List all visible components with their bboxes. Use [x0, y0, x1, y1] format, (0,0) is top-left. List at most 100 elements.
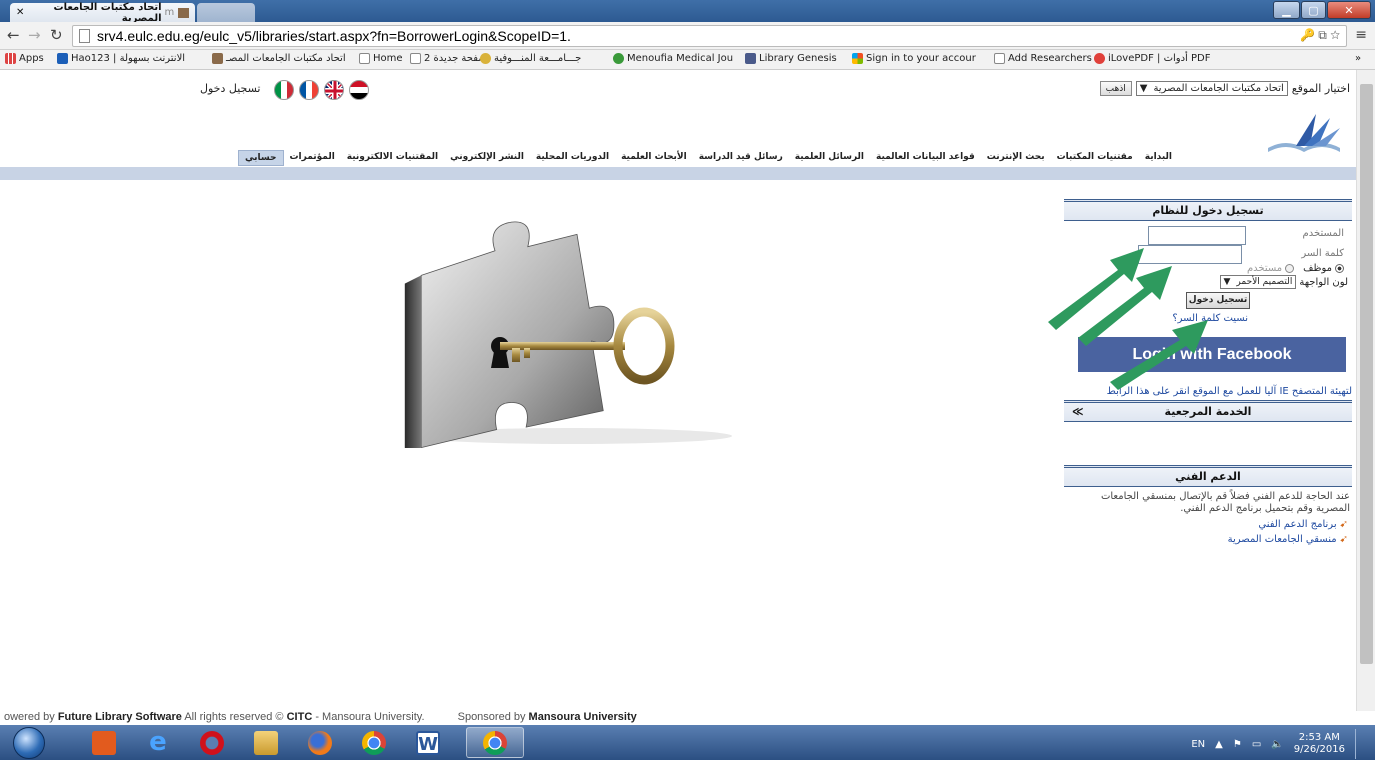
- language-indicator[interactable]: EN: [1191, 739, 1205, 750]
- taskbar-firefox[interactable]: [294, 727, 346, 758]
- internet-explorer-icon: e: [149, 726, 167, 757]
- taskbar-explorer[interactable]: [240, 727, 292, 758]
- tab-favicon: [178, 7, 189, 18]
- menu-home[interactable]: البداية: [1139, 150, 1178, 166]
- radio-user[interactable]: [1285, 264, 1295, 273]
- uk-flag-icon[interactable]: [324, 80, 344, 100]
- forward-arrow-icon[interactable]: →: [28, 26, 41, 44]
- menu-e-holdings[interactable]: المقتنيات الالكترونية: [341, 150, 444, 166]
- bookmark-apps[interactable]: Apps: [5, 53, 44, 64]
- menu-library-holdings[interactable]: مقتنيات المكتبات: [1051, 150, 1139, 166]
- bookmark-label: صفحة جديدة 2: [424, 53, 487, 64]
- menu-global-databases[interactable]: قواعد البيانات العالمية: [870, 150, 981, 166]
- bookmark-label: Sign in to your accour: [866, 53, 976, 64]
- france-flag-icon[interactable]: [299, 80, 319, 100]
- volume-icon[interactable]: 🔈: [1271, 739, 1283, 750]
- bookmark-library-genesis[interactable]: Library Genesis: [745, 53, 837, 64]
- apps-grid-icon: [5, 53, 16, 64]
- taskbar-opera[interactable]: [186, 727, 238, 758]
- site-select-label: اختيار الموقع: [1291, 82, 1350, 95]
- taskbar-chrome-active[interactable]: [466, 727, 524, 758]
- arrow-icon: [1110, 320, 1208, 390]
- bookmark-sign-in[interactable]: Sign in to your accour: [852, 53, 976, 64]
- support-panel: الدعم الفني عند الحاجة للدعم الفني فضلاً…: [1064, 465, 1352, 545]
- support-link-coordinators[interactable]: ➹منسقي الجامعات المصرية: [1064, 534, 1348, 545]
- tab-active[interactable]: m اتحاد مكتبات الجامعات المصرية ✕: [10, 2, 195, 24]
- eulc-icon: [212, 53, 223, 64]
- support-link-program[interactable]: ➹برنامج الدعم الفني: [1064, 519, 1348, 530]
- vertical-scrollbar[interactable]: [1356, 70, 1375, 711]
- menu-local-journals[interactable]: الدوريات المحلية: [530, 150, 615, 166]
- bookmark-hao123[interactable]: Hao123 | الانترنت بسهولة: [57, 53, 185, 64]
- header-login-link[interactable]: تسجيل دخول: [200, 82, 261, 95]
- system-tray: EN ▲ ⚑ ▭ 🔈 2:53 AM 9/26/2016: [1191, 729, 1365, 759]
- bookmark-add-researchers[interactable]: Add Researchers: [994, 53, 1092, 64]
- scrollbar-thumb[interactable]: [1360, 84, 1373, 664]
- windows-taskbar: e W EN ▲ ⚑ ▭ 🔈 2:53 AM 9/26/2016: [0, 725, 1375, 760]
- tray-expand-icon[interactable]: ▲: [1215, 739, 1223, 750]
- firefox-icon: [308, 730, 332, 755]
- taskbar-ie[interactable]: e: [132, 727, 184, 758]
- egypt-flag-icon[interactable]: [349, 80, 369, 100]
- site-select[interactable]: اتحاد مكتبات الجامعات المصرية ▼: [1135, 81, 1288, 96]
- tab-close-icon[interactable]: ✕: [16, 7, 26, 18]
- bookmark-ilovepdf[interactable]: iLovePDF | أدوات PDF: [1094, 53, 1211, 64]
- action-center-flag-icon[interactable]: ⚑: [1233, 739, 1242, 750]
- bookmark-home[interactable]: Home: [359, 53, 403, 64]
- bookmarks-bar: Apps Hao123 | الانترنت بسهولة اتحاد مكتب…: [0, 50, 1375, 70]
- taskbar-media-app[interactable]: [78, 727, 130, 758]
- folder-icon: [254, 730, 278, 755]
- menu-research-papers[interactable]: الأبحاث العلمية: [615, 150, 693, 166]
- collapse-chevron-icon[interactable]: ≫: [1072, 403, 1084, 421]
- powered-brand: Future Library Software: [57, 711, 182, 723]
- translate-icon[interactable]: ⧉: [1318, 28, 1327, 42]
- new-tab-button[interactable]: [197, 3, 255, 22]
- bookmarks-more-button[interactable]: »: [1355, 53, 1361, 64]
- bookmark-label: Hao123 | الانترنت بسهولة: [71, 53, 186, 64]
- menu-internet-search[interactable]: بحث الإنترنت: [981, 150, 1051, 166]
- network-icon[interactable]: ▭: [1252, 739, 1261, 750]
- page-icon: [359, 53, 370, 64]
- minimize-icon[interactable]: ▁: [1273, 1, 1300, 19]
- bookmark-label: iLovePDF | أدوات PDF: [1108, 53, 1211, 64]
- menu-conferences[interactable]: المؤتمرات: [284, 150, 341, 166]
- back-arrow-icon[interactable]: ←: [7, 26, 20, 44]
- bookmark-new-page[interactable]: صفحة جديدة 2: [410, 53, 487, 64]
- key-icon[interactable]: 🔑: [1300, 28, 1315, 42]
- menu-my-account[interactable]: حسابي: [238, 150, 284, 166]
- clock[interactable]: 2:53 AM 9/26/2016: [1294, 732, 1345, 756]
- taskbar-chrome[interactable]: [348, 727, 400, 758]
- menu-e-publishing[interactable]: النشر الإلكتروني: [444, 150, 530, 166]
- go-button[interactable]: اذهب: [1099, 81, 1132, 96]
- browser-menu-icon[interactable]: ≡: [1355, 27, 1367, 43]
- bookmark-eulc[interactable]: اتحاد مكتبات الجامعات المصـ: [212, 53, 346, 64]
- bookmark-menoufia-uni[interactable]: جـــامـــعة المنـــوفية: [480, 53, 581, 64]
- powered-prefix: owered by: [4, 711, 58, 723]
- microsoft-icon: [852, 53, 863, 64]
- reference-panel-title[interactable]: الخدمة المرجعية ≫: [1064, 400, 1352, 422]
- bookmark-label: Add Researchers: [1008, 53, 1092, 64]
- theme-value: التصميم الأحمر: [1236, 277, 1293, 287]
- menu-theses[interactable]: الرسائل العلمية: [789, 150, 870, 166]
- bookmark-menoufia-medical[interactable]: Menoufia Medical Jou: [613, 53, 733, 64]
- theme-select[interactable]: التصميم الأحمر ▼: [1219, 275, 1297, 289]
- menu-strip: [0, 167, 1356, 180]
- taskbar-word[interactable]: W: [402, 727, 454, 758]
- start-button[interactable]: [13, 727, 45, 759]
- menu-theses-in-progress[interactable]: رسائل قيد الدراسة: [693, 150, 789, 166]
- reload-icon[interactable]: ↻: [50, 26, 63, 44]
- clock-time: 2:53 AM: [1298, 732, 1340, 743]
- close-window-icon[interactable]: ✕: [1327, 1, 1371, 19]
- puzzle-key-illustration: [404, 221, 732, 448]
- theme-row: لون الواجهة التصميم الأحمر ▼: [1219, 275, 1348, 289]
- address-bar[interactable]: srv4.eulc.edu.eg/eulc_v5/libraries/start…: [72, 25, 1347, 47]
- university-text: - Mansoura University.: [312, 711, 425, 723]
- show-desktop-button[interactable]: [1355, 729, 1365, 759]
- bookmark-star-icon[interactable]: ☆: [1330, 28, 1340, 42]
- annotation-arrows: [1048, 248, 1208, 390]
- maximize-icon[interactable]: ▢: [1301, 1, 1326, 19]
- reference-title-text: الخدمة المرجعية: [1164, 405, 1252, 418]
- radio-employee[interactable]: [1335, 264, 1344, 273]
- italy-flag-icon[interactable]: [274, 80, 294, 100]
- theme-label: لون الواجهة: [1299, 276, 1348, 288]
